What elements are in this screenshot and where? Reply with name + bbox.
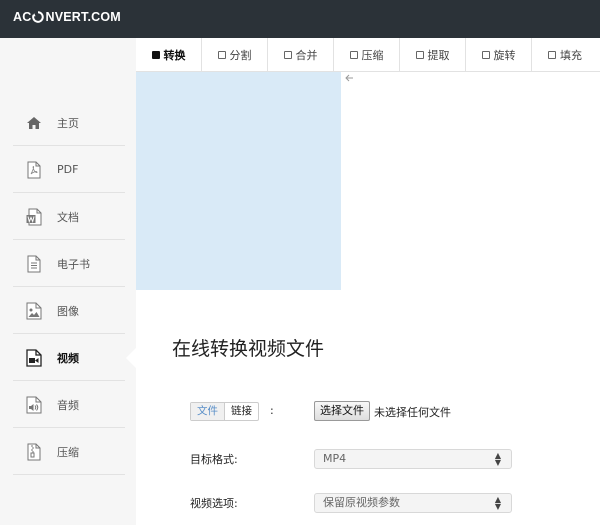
target-format-label: 目标格式: [190,453,238,466]
tab-checkbox-icon [217,51,226,59]
sidebar-item-video[interactable]: 视频 [13,335,125,381]
ebook-icon [25,255,43,273]
target-format-select[interactable]: MP4 ▲ ▼ [314,449,512,469]
sidebar-item-home[interactable]: 主页 [13,100,125,146]
sidebar-item-archive[interactable]: 压缩 [13,429,125,475]
tab-label: 压缩 [361,49,384,62]
logo-text-left: AC [13,10,32,24]
source-file-tab[interactable]: 文件 [191,403,225,420]
tab-checkbox-icon [151,51,160,59]
sidebar-item-audio[interactable]: 音频 [13,382,125,428]
logo-ring-icon [32,11,45,23]
logo[interactable]: AC NVERT.COM [13,10,121,24]
tab-rotate[interactable]: 旋转 [466,38,532,72]
source-colon: : [270,404,274,417]
back-arrow-icon[interactable] [343,72,355,84]
sidebar-item-label: 音频 [57,398,79,412]
choose-file-button[interactable]: 选择文件 [314,401,370,421]
pdf-file-icon [25,161,43,179]
tab-merge[interactable]: 合并 [268,38,334,72]
video-options-label: 视频选项: [190,497,238,510]
source-link-tab[interactable]: 链接 [225,403,258,420]
video-options-select[interactable]: 保留原视频参数 ▲ ▼ [314,493,512,513]
tab-label: 转换 [163,49,186,62]
word-document-icon [25,208,43,226]
ad-panel [136,72,341,290]
tab-label: 填充 [560,49,582,62]
sidebar-item-pdf[interactable]: PDF [13,147,125,193]
select-arrows-icon: ▲ ▼ [494,451,501,467]
sidebar-item-label: 图像 [57,304,79,318]
tab-checkbox-icon [415,51,424,59]
image-icon [25,302,43,320]
sidebar-item-label: 电子书 [57,257,90,271]
sidebar-item-label: 文档 [57,210,79,224]
page-title: 在线转换视频文件 [172,338,325,360]
tab-split[interactable]: 分割 [202,38,268,72]
sidebar-item-label: 主页 [57,116,79,130]
logo-text-right: NVERT.COM [45,10,121,24]
tab-checkbox-icon [349,51,358,59]
sidebar-item-ebook[interactable]: 电子书 [13,241,125,287]
video-icon [25,348,43,367]
sidebar-item-label: PDF [57,163,79,176]
archive-icon [25,443,43,461]
top-bar: AC NVERT.COM [0,0,600,38]
target-format-value: MP4 [323,452,347,465]
sidebar-item-image[interactable]: 图像 [13,288,125,334]
sidebar-item-document[interactable]: 文档 [13,194,125,240]
tab-label: 合并 [295,49,318,62]
tab-checkbox-icon [548,51,556,59]
tab-convert[interactable]: 转换 [136,38,202,72]
source-toggle: 文件 链接 [190,402,259,421]
tab-checkbox-icon [481,51,490,59]
tool-tabs: 转换 分割 合并 压缩 提取 旋转 填充 [136,38,600,72]
tab-compress[interactable]: 压缩 [334,38,400,72]
tab-extract[interactable]: 提取 [400,38,466,72]
home-icon [25,114,43,132]
tab-label: 旋转 [493,49,516,62]
select-arrows-icon: ▲ ▼ [494,495,501,511]
video-options-value: 保留原视频参数 [323,496,400,509]
sidebar-item-label: 压缩 [57,445,79,459]
tab-checkbox-icon [283,51,292,59]
file-status: 未选择任何文件 [374,406,451,419]
tab-pad[interactable]: 填充 [532,38,598,72]
tab-label: 分割 [229,49,252,62]
audio-icon [25,396,43,414]
sidebar-item-label: 视频 [57,351,79,365]
tab-label: 提取 [427,49,450,62]
